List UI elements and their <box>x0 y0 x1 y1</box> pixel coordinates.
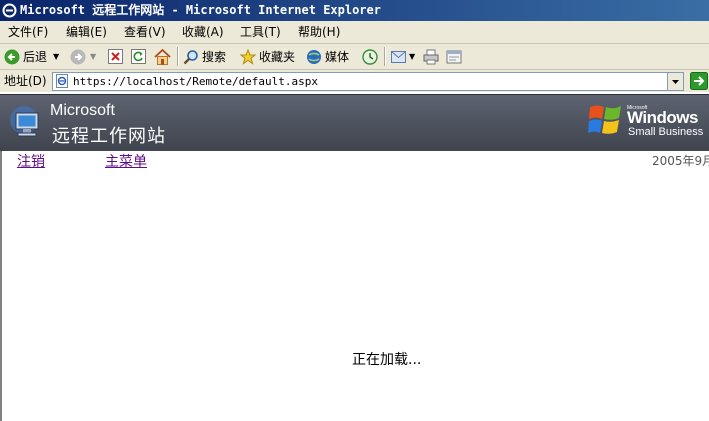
menu-file[interactable]: 文件(F) <box>8 24 48 40</box>
favorites-label: 收藏夹 <box>259 50 296 64</box>
favorites-button[interactable]: 收藏夹 <box>240 47 295 66</box>
logo-small-business-text: Small Business <box>628 126 704 138</box>
address-dropdown-button[interactable] <box>667 72 684 91</box>
microsoft-label: Microsoft <box>50 102 115 119</box>
date-text: 2005年9月 <box>652 154 709 168</box>
address-input[interactable]: https://localhost/Remote/default.aspx <box>52 72 670 91</box>
window-titlebar: Microsoft 远程工作网站 - Microsoft Internet Ex… <box>0 0 709 21</box>
back-dropdown-icon[interactable]: ▼ <box>53 52 59 61</box>
edit-button[interactable] <box>446 47 462 66</box>
forward-arrow-icon <box>70 49 86 64</box>
menu-edit[interactable]: 编辑(E) <box>66 24 107 40</box>
back-button[interactable]: 后退 ▼ <box>4 47 59 66</box>
address-label: 地址(D) <box>4 74 47 88</box>
media-label: 媒体 <box>325 50 350 64</box>
media-button[interactable]: 媒体 <box>306 47 349 66</box>
search-button[interactable]: 搜索 <box>183 47 226 66</box>
address-bar: 地址(D) https://localhost/Remote/default.a… <box>0 70 709 92</box>
edit-page-icon <box>446 50 462 63</box>
loading-status: 正在加载... <box>352 352 422 368</box>
window-title: Microsoft 远程工作网站 - Microsoft Internet Ex… <box>20 3 381 17</box>
search-label: 搜索 <box>202 50 227 64</box>
mail-dropdown-icon[interactable]: ▼ <box>409 52 415 61</box>
menu-favorites[interactable]: 收藏(A) <box>182 24 224 40</box>
go-button[interactable] <box>690 72 708 90</box>
back-arrow-icon <box>4 49 20 64</box>
menu-tools[interactable]: 工具(T) <box>240 24 281 40</box>
site-title: 远程工作网站 <box>52 126 166 147</box>
history-button[interactable] <box>362 47 378 66</box>
chevron-down-icon <box>672 80 679 84</box>
windows-flag-logo-icon <box>588 105 621 134</box>
search-icon <box>183 49 198 64</box>
page-content: 注销 主菜单 2005年9月 正在加载... <box>0 151 709 421</box>
menu-bar: 文件(F) 编辑(E) 查看(V) 收藏(A) 工具(T) 帮助(H) <box>0 21 709 44</box>
menu-view[interactable]: 查看(V) <box>124 24 166 40</box>
page-icon <box>56 74 68 88</box>
home-icon <box>154 48 171 65</box>
address-url[interactable]: https://localhost/Remote/default.aspx <box>73 73 318 90</box>
menu-help[interactable]: 帮助(H) <box>298 24 340 40</box>
media-icon <box>307 49 321 64</box>
logout-link[interactable]: 注销 <box>17 151 45 171</box>
favorites-star-icon <box>240 48 256 65</box>
mail-icon <box>391 50 406 63</box>
ie-logo-icon <box>2 3 17 18</box>
print-button[interactable] <box>423 47 439 66</box>
refresh-icon <box>131 49 146 64</box>
mail-button[interactable]: ▼ <box>391 47 415 66</box>
home-button[interactable] <box>154 47 171 66</box>
stop-icon <box>108 49 123 64</box>
go-arrow-icon <box>690 72 708 90</box>
toolbar-separator <box>384 47 386 66</box>
refresh-button[interactable] <box>131 47 146 66</box>
computer-icon <box>10 106 39 137</box>
history-icon <box>362 48 378 65</box>
forward-dropdown-icon[interactable]: ▼ <box>90 52 96 61</box>
toolbar-separator <box>177 47 179 66</box>
stop-button[interactable] <box>108 47 123 66</box>
main-menu-link[interactable]: 主菜单 <box>105 151 147 171</box>
printer-icon <box>423 49 439 64</box>
back-label: 后退 <box>23 50 48 64</box>
logo-windows-text: Windows <box>627 108 698 127</box>
forward-button[interactable]: ▼ <box>70 47 96 66</box>
standard-toolbar: 后退 ▼ ▼ 搜索 收藏夹 媒体 ▼ <box>0 44 709 70</box>
